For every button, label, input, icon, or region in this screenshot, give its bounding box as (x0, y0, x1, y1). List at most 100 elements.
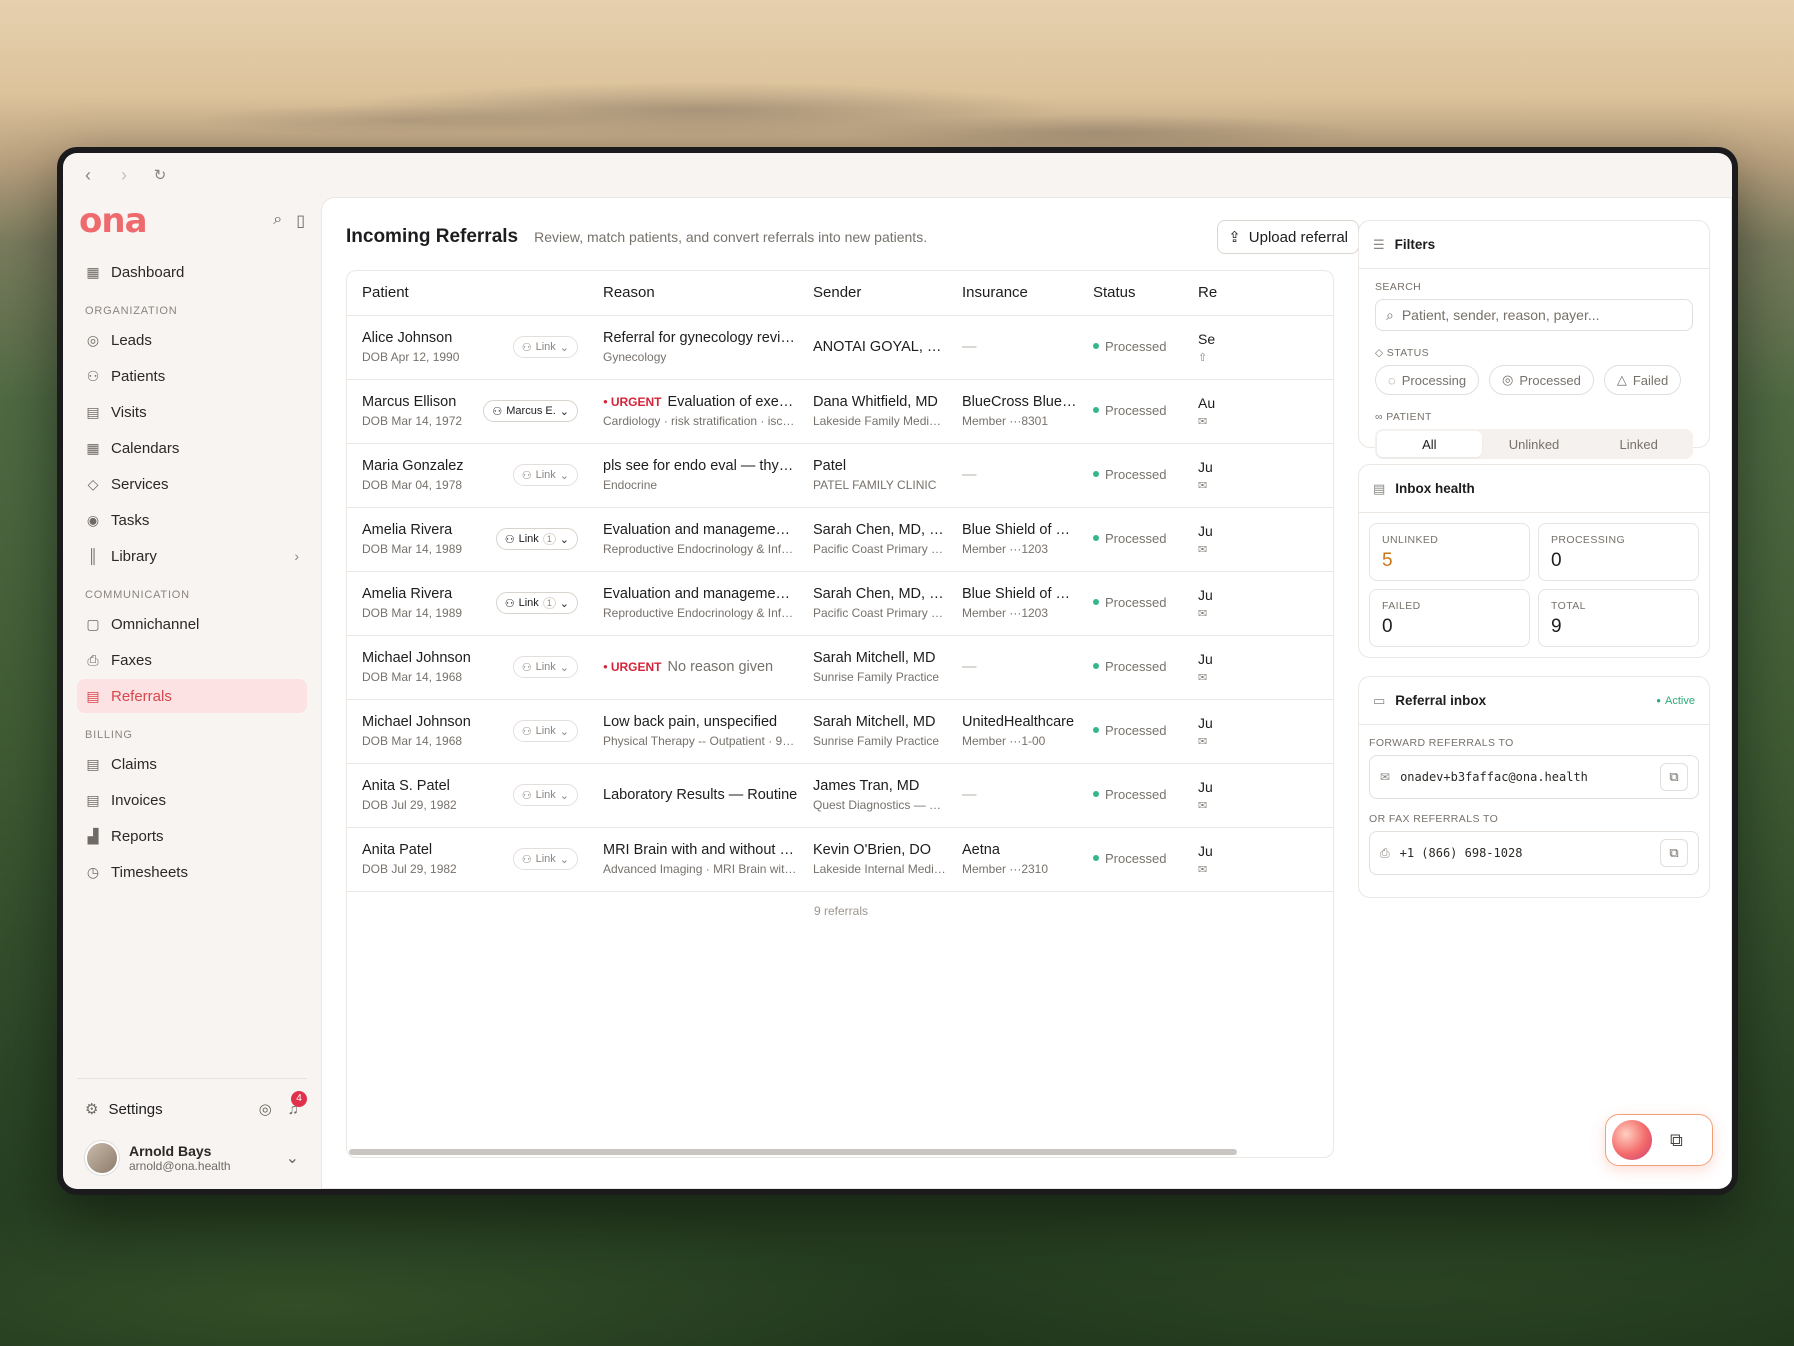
patient-name[interactable]: Alice Johnson (362, 330, 513, 346)
patient-name[interactable]: Amelia Rivera (362, 586, 496, 602)
stat-label: TOTAL (1551, 600, 1586, 612)
received-cell: Ju ✉ (1183, 571, 1333, 636)
table-row[interactable]: Anita Patel DOB Jul 29, 1982 ⚇ Link ⌄ MR… (347, 827, 1333, 892)
table-row[interactable]: Amelia Rivera DOB Mar 14, 1989 ⚇ Link 1 … (347, 507, 1333, 572)
link-patient-button[interactable]: ⚇ Link ⌄ (512, 656, 578, 678)
status-chip-failed[interactable]: △ Failed (1603, 365, 1682, 395)
patient-name[interactable]: Michael Johnson (362, 714, 513, 730)
horizontal-scrollbar[interactable] (349, 1149, 1237, 1155)
fax-number[interactable]: +1 (866) 698-1028 (1400, 846, 1523, 860)
reload-icon[interactable]: ↻ (149, 166, 171, 184)
assistant-widget[interactable]: ⧉ (1605, 1114, 1713, 1166)
insurance-cell: — (947, 635, 1078, 700)
column-header-status[interactable]: Status (1078, 271, 1183, 316)
link-patient-button[interactable]: ⚇ Link ⌄ (512, 784, 578, 806)
filters-header: ☰ Filters (1359, 221, 1709, 269)
link-patient-button[interactable]: ⚇ Link ⌄ (512, 848, 578, 870)
sidebar-footer: ⚙ Settings ◎ ♫ 4 Arnold Bays arnold@ona.h… (77, 1078, 307, 1175)
sidebar-item-label: Faxes (111, 651, 152, 669)
sidebar-item-faxes[interactable]: ⎙ Faxes (77, 643, 307, 677)
patient-name[interactable]: Maria Gonzalez (362, 458, 513, 474)
ona-logo[interactable]: ona (79, 201, 148, 241)
table-row[interactable]: Marcus Ellison DOB Mar 14, 1972 ⚇ Marcus… (347, 379, 1333, 444)
sidebar-item-calendars[interactable]: ▦ Calendars (77, 431, 307, 465)
column-header-insurance[interactable]: Insurance (947, 271, 1078, 316)
patient-name[interactable]: Marcus Ellison (362, 394, 483, 410)
patient-name[interactable]: Michael Johnson (362, 650, 513, 666)
sidebar-item-dashboard[interactable]: ▦ Dashboard (77, 255, 307, 289)
table-row[interactable]: Michael Johnson DOB Mar 14, 1968 ⚇ Link … (347, 699, 1333, 764)
bell-icon[interactable]: ♫ 4 (288, 1090, 307, 1118)
link-patient-button[interactable]: ⚇ Link ⌄ (512, 464, 578, 486)
sidebar-item-leads[interactable]: ◎ Leads (77, 323, 307, 357)
sidebar-item-label: Invoices (111, 791, 167, 809)
file-icon: ▤ (86, 755, 100, 772)
sidebar-item-tasks[interactable]: ◉ Tasks (77, 503, 307, 537)
inbox-health-header: ▤ Inbox health (1359, 465, 1709, 513)
sidebar-item-reports[interactable]: ▟ Reports (77, 819, 307, 853)
brand-row: ona ⌕ ▯ (77, 197, 307, 245)
column-header-patient[interactable]: Patient (347, 271, 588, 316)
chevron-down-icon[interactable]: ⌄ (286, 1148, 299, 1168)
sidebar-item-services[interactable]: ◇ Services (77, 467, 307, 501)
search-input[interactable]: ⌕ Patient, sender, reason, payer... (1375, 299, 1693, 331)
segment-all[interactable]: All (1377, 431, 1482, 457)
sidebar-item-library[interactable]: ║ Library › (77, 539, 307, 573)
forward-email[interactable]: onadev+b3faffac@ona.health (1400, 770, 1588, 784)
link-patient-button[interactable]: ⚇ Link ⌄ (512, 336, 578, 358)
chat-icon[interactable]: ⧉ (1670, 1130, 1683, 1151)
status-chip-processing[interactable]: ◌ Processing (1375, 365, 1480, 395)
sidebar-item-visits[interactable]: ▤ Visits (77, 395, 307, 429)
patient-name[interactable]: Amelia Rivera (362, 522, 496, 538)
settings-link[interactable]: Settings (108, 1101, 162, 1118)
link-label: Link (535, 725, 556, 737)
sidebar-item-claims[interactable]: ▤ Claims (77, 747, 307, 781)
segment-unlinked[interactable]: Unlinked (1482, 431, 1587, 457)
stat-unlinked: UNLINKED 5 (1369, 523, 1530, 581)
back-icon[interactable]: ‹ (77, 165, 99, 186)
forward-icon[interactable]: › (113, 165, 135, 186)
patient-name[interactable]: Anita Patel (362, 842, 513, 858)
table-row[interactable]: Alice Johnson DOB Apr 12, 1990 ⚇ Link ⌄ … (347, 315, 1333, 380)
status-chip-processed[interactable]: ◎ Processed (1489, 365, 1594, 395)
assistant-orb-icon[interactable] (1612, 1120, 1652, 1160)
upload-referral-button[interactable]: ⇪ Upload referral (1217, 220, 1359, 254)
sender-name: Sarah Mitchell, MD (813, 714, 936, 730)
inbox-health-panel: ▤ Inbox health UNLINKED 5 PROCESSING 0 FAI… (1358, 464, 1710, 658)
sidebar-item-invoices[interactable]: ▤ Invoices (77, 783, 307, 817)
status-badge: Processed (1093, 851, 1166, 866)
search-icon[interactable]: ⌕ (273, 211, 282, 231)
copy-icon: ⧉ (1669, 769, 1679, 784)
sender-org: Sunrise Family Practice (813, 670, 940, 684)
gear-icon[interactable]: ⚙ (85, 1100, 98, 1118)
insurance-cell: UnitedHealthcare Member ···1-00 (947, 699, 1078, 764)
copy-fax-button[interactable]: ⧉ (1660, 839, 1688, 867)
user-menu[interactable]: Arnold Bays arnold@ona.health ⌄ (77, 1127, 307, 1175)
segment-linked[interactable]: Linked (1586, 431, 1691, 457)
table-row[interactable]: Michael Johnson DOB Mar 14, 1968 ⚇ Link … (347, 635, 1333, 700)
sender-name: Dana Whitfield, MD (813, 394, 938, 410)
link-patient-button[interactable]: ⚇ Link ⌄ (512, 720, 578, 742)
table-row[interactable]: Maria Gonzalez DOB Mar 04, 1978 ⚇ Link ⌄… (347, 443, 1333, 508)
column-header-received[interactable]: Re (1183, 271, 1333, 316)
table-row[interactable]: Anita S. Patel DOB Jul 29, 1982 ⚇ Link ⌄… (347, 763, 1333, 828)
sidebar-item-referrals[interactable]: ▤ Referrals (77, 679, 307, 713)
sidebar-item-timesheets[interactable]: ◷ Timesheets (77, 855, 307, 889)
sidebar-item-patients[interactable]: ⚇ Patients (77, 359, 307, 393)
user-icon: ⚇ (492, 405, 503, 418)
sidebar-toggle-icon[interactable]: ▯ (296, 211, 305, 231)
chevron-down-icon: ⌄ (559, 405, 569, 418)
column-header-sender[interactable]: Sender (798, 271, 947, 316)
link-patient-button[interactable]: ⚇ Link 1 ⌄ (495, 592, 578, 614)
received-cell: Ju ✉ (1183, 635, 1333, 700)
column-header-reason[interactable]: Reason (588, 271, 798, 316)
table-row[interactable]: Amelia Rivera DOB Mar 14, 1989 ⚇ Link 1 … (347, 571, 1333, 636)
main-content: Incoming Referrals Review, match patient… (321, 197, 1732, 1189)
link-patient-button[interactable]: ⚇ Link 1 ⌄ (495, 528, 578, 550)
sidebar-item-label: Dashboard (111, 263, 185, 281)
patient-name[interactable]: Anita S. Patel (362, 778, 513, 794)
help-icon[interactable]: ◎ (259, 1100, 272, 1118)
copy-email-button[interactable]: ⧉ (1660, 763, 1688, 791)
link-patient-button[interactable]: ⚇ Marcus E. ⌄ (483, 400, 578, 422)
sidebar-item-omnichannel[interactable]: ▢ Omnichannel (77, 607, 307, 641)
